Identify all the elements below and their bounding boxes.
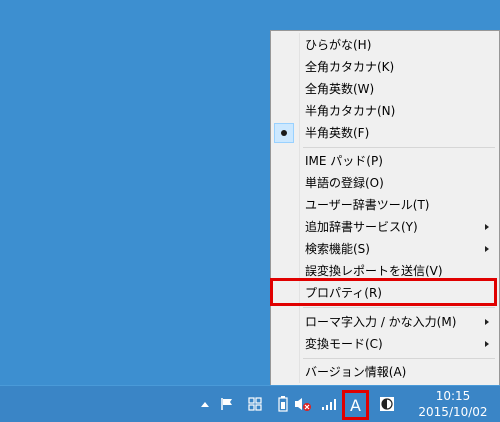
- taskbar: 10:15 2015/10/02: [0, 385, 500, 422]
- menu-item-romaji-kana-input[interactable]: ローマ字入力 / かな入力(M): [271, 311, 499, 333]
- menu-item-additional-dictionary[interactable]: 追加辞書サービス(Y): [271, 216, 499, 238]
- submenu-arrow-icon: [485, 341, 489, 347]
- show-hidden-icons-chevron-icon[interactable]: [196, 394, 214, 414]
- battery-icon[interactable]: [274, 394, 292, 414]
- submenu-arrow-icon: [485, 246, 489, 252]
- menu-item-label: IME パッド(P): [305, 154, 383, 168]
- menu-item-label: ユーザー辞書ツール(T): [305, 198, 430, 212]
- menu-item-label: ローマ字入力 / かな入力(M): [305, 315, 457, 329]
- clock-time: 10:15: [435, 389, 471, 403]
- properties-highlight-frame: [270, 278, 497, 306]
- menu-item-word-register[interactable]: 単語の登録(O): [271, 172, 499, 194]
- ime-mode-indicator[interactable]: A: [342, 390, 369, 420]
- menu-item-hankaku-eisu[interactable]: 半角英数(F): [271, 122, 499, 144]
- menu-item-zenkaku-katakana[interactable]: 全角カタカナ(K): [271, 56, 499, 78]
- system-clock[interactable]: 10:15 2015/10/02: [410, 388, 496, 420]
- radio-dot-icon: [281, 130, 287, 136]
- menu-separator: [303, 307, 495, 308]
- menu-item-label: 半角カタカナ(N): [305, 104, 396, 118]
- menu-item-ime-pad[interactable]: IME パッド(P): [271, 150, 499, 172]
- menu-separator: [303, 358, 495, 359]
- menu-item-label: 変換モード(C): [305, 337, 383, 351]
- ime-mode-letter: A: [350, 395, 361, 415]
- selected-indicator: [274, 123, 294, 143]
- windows-icon[interactable]: [246, 394, 264, 414]
- menu-item-label: 全角カタカナ(K): [305, 60, 395, 74]
- menu-item-hiragana[interactable]: ひらがな(H): [271, 34, 499, 56]
- menu-item-label: 全角英数(W): [305, 82, 375, 96]
- action-center-flag-icon[interactable]: [218, 394, 236, 414]
- menu-item-label: バージョン情報(A): [305, 365, 407, 379]
- menu-item-label: 単語の登録(O): [305, 176, 384, 190]
- menu-item-label: 検索機能(S): [305, 242, 370, 256]
- menu-item-label: 追加辞書サービス(Y): [305, 220, 418, 234]
- menu-separator: [303, 147, 495, 148]
- menu-item-user-dictionary-tool[interactable]: ユーザー辞書ツール(T): [271, 194, 499, 216]
- menu-item-version-info[interactable]: バージョン情報(A): [271, 361, 499, 383]
- ime-toggle-icon[interactable]: [378, 394, 396, 414]
- menu-item-label: ひらがな(H): [305, 38, 372, 52]
- ime-context-menu: ひらがな(H) 全角カタカナ(K) 全角英数(W) 半角カタカナ(N) 半角英数…: [270, 30, 500, 386]
- volume-muted-icon[interactable]: [294, 394, 312, 414]
- menu-item-conversion-mode[interactable]: 変換モード(C): [271, 333, 499, 355]
- menu-item-label: 半角英数(F): [305, 126, 370, 140]
- submenu-arrow-icon: [485, 224, 489, 230]
- clock-date: 2015/10/02: [418, 405, 488, 419]
- menu-item-zenkaku-eisu[interactable]: 全角英数(W): [271, 78, 499, 100]
- submenu-arrow-icon: [485, 319, 489, 325]
- network-signal-icon[interactable]: [320, 394, 338, 414]
- menu-item-search-function[interactable]: 検索機能(S): [271, 238, 499, 260]
- menu-item-hankaku-katakana[interactable]: 半角カタカナ(N): [271, 100, 499, 122]
